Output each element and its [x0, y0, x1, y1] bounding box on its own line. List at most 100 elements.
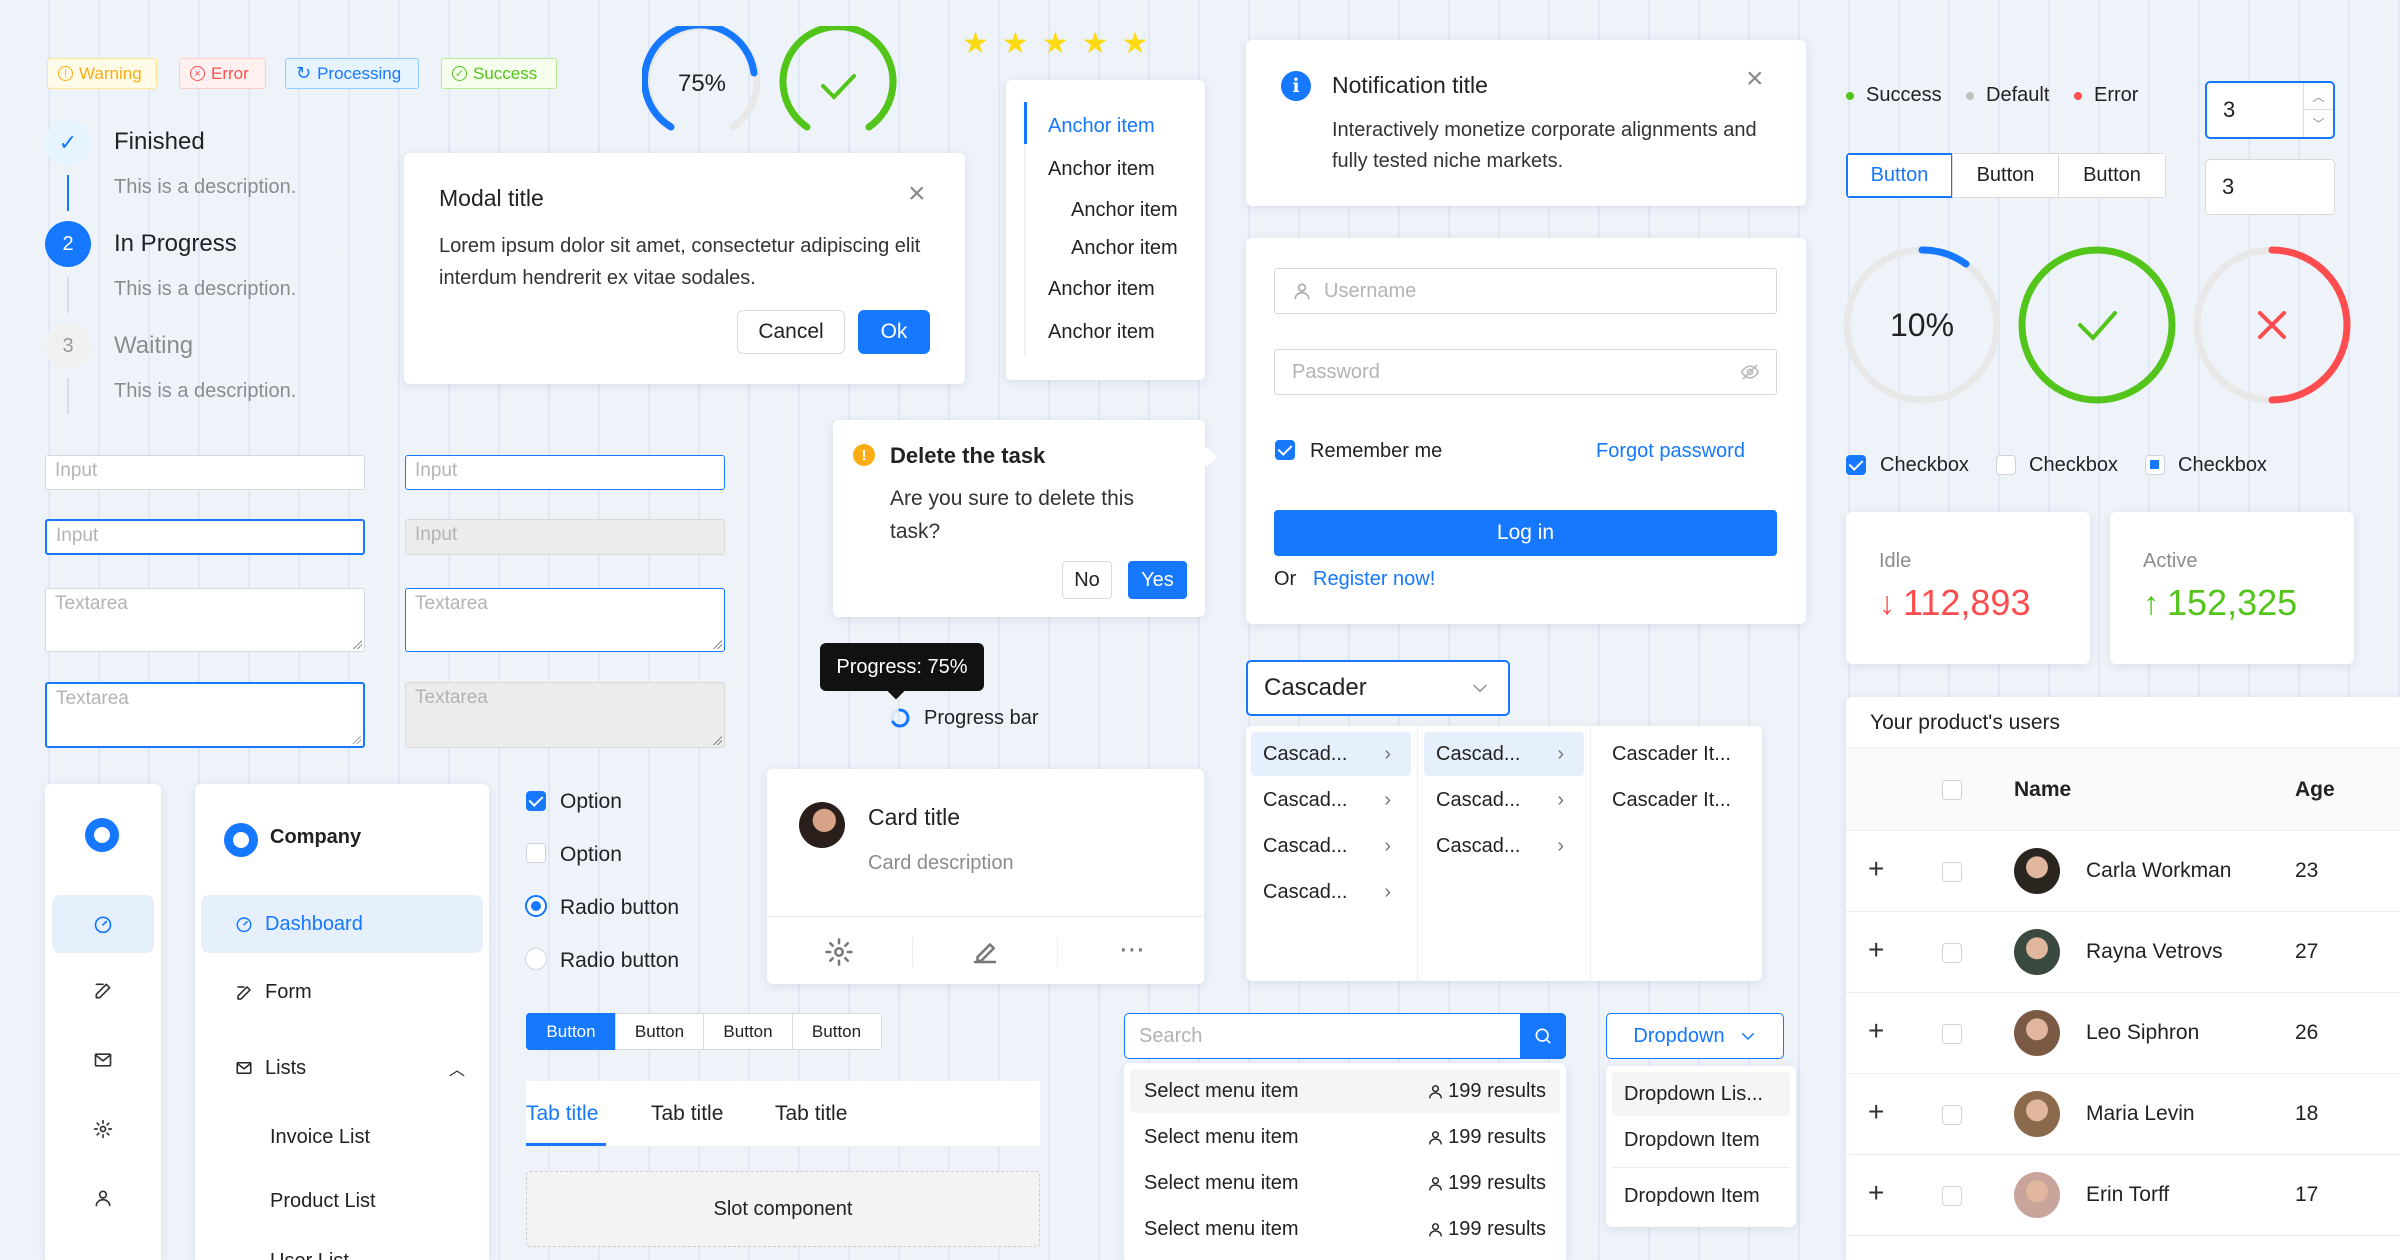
- eye-invisible-icon[interactable]: [1740, 362, 1760, 382]
- login-button[interactable]: Log in: [1274, 510, 1777, 556]
- star-icon[interactable]: ★: [1082, 26, 1109, 61]
- cascader-option[interactable]: Cascader It...: [1612, 743, 1731, 766]
- star-rating[interactable]: ★ ★ ★ ★ ★: [962, 26, 1149, 61]
- dropdown-button[interactable]: Dropdown: [1606, 1013, 1784, 1059]
- textarea-focused[interactable]: Textarea: [45, 682, 365, 748]
- anchor-item[interactable]: Anchor item: [1048, 278, 1155, 301]
- ok-button[interactable]: Ok: [858, 310, 930, 354]
- cascader-option[interactable]: Cascad... ›: [1251, 870, 1411, 914]
- nav-dashboard[interactable]: [52, 895, 154, 953]
- cascader-option[interactable]: Cascad... ›: [1251, 824, 1411, 868]
- cascader-option[interactable]: Cascad... ›: [1424, 732, 1584, 776]
- gear-icon[interactable]: [824, 937, 854, 967]
- star-icon[interactable]: ★: [962, 26, 989, 61]
- edit-icon[interactable]: [970, 937, 1000, 967]
- expand-icon[interactable]: +: [1868, 1177, 1884, 1209]
- anchor-item[interactable]: Anchor item: [1048, 321, 1155, 344]
- close-icon[interactable]: ×: [1746, 62, 1764, 96]
- star-icon[interactable]: ★: [1122, 26, 1149, 61]
- button-group-item[interactable]: Button: [2058, 153, 2166, 198]
- no-button[interactable]: No: [1062, 561, 1112, 599]
- anchor-item[interactable]: Anchor item: [1071, 199, 1178, 222]
- star-icon[interactable]: ★: [1002, 26, 1029, 61]
- row-checkbox[interactable]: [1942, 1105, 1962, 1125]
- option-checkbox[interactable]: [526, 843, 546, 863]
- cascader-option[interactable]: Cascad... ›: [1251, 778, 1411, 822]
- cascader-option[interactable]: Cascad... ›: [1424, 824, 1584, 868]
- row-checkbox[interactable]: [1942, 862, 1962, 882]
- search-input[interactable]: Search: [1124, 1012, 1566, 1059]
- anchor-item[interactable]: Anchor item: [1048, 158, 1155, 181]
- textarea-default[interactable]: Textarea: [45, 588, 365, 652]
- dropdown-item[interactable]: Dropdown Lis...: [1612, 1072, 1790, 1116]
- number-stepper[interactable]: ︿ ﹀: [2303, 83, 2333, 137]
- radio-button-checked[interactable]: [525, 895, 547, 917]
- menu-item[interactable]: Select menu item 199 results: [1130, 1115, 1560, 1159]
- button-group-item[interactable]: Button: [614, 1013, 705, 1050]
- menu-item[interactable]: Select menu item 199 results: [1130, 1161, 1560, 1205]
- cascader-select[interactable]: Cascader: [1246, 660, 1510, 716]
- cascader-option[interactable]: Cascad... ›: [1251, 732, 1411, 776]
- nav-sub-item[interactable]: User List: [270, 1250, 349, 1260]
- resize-handle-icon[interactable]: [351, 734, 361, 744]
- number-input-focused[interactable]: 3 ︿ ﹀: [2205, 81, 2335, 139]
- ellipsis-icon[interactable]: ⋯: [1119, 934, 1145, 965]
- password-input[interactable]: Password: [1274, 349, 1777, 395]
- user-icon[interactable]: [93, 1188, 113, 1208]
- input-default[interactable]: Input: [45, 455, 365, 490]
- mail-icon[interactable]: [93, 1050, 113, 1070]
- dropdown-item[interactable]: Dropdown Item: [1612, 1174, 1790, 1218]
- column-header-name[interactable]: Name: [2014, 778, 2071, 802]
- table-row[interactable]: + Rayna Vetrovs 27: [1846, 912, 2400, 993]
- table-row[interactable]: + Carla Workman 23: [1846, 831, 2400, 912]
- tab[interactable]: Tab title: [651, 1102, 723, 1126]
- option-checkbox-checked[interactable]: [526, 791, 546, 811]
- dropdown-item[interactable]: Dropdown Item: [1612, 1118, 1790, 1162]
- button-group-item-active[interactable]: Button: [1846, 153, 1953, 198]
- table-row[interactable]: + Maria Levin 18: [1846, 1074, 2400, 1155]
- forgot-password-link[interactable]: Forgot password: [1596, 440, 1745, 463]
- tab[interactable]: Tab title: [775, 1102, 847, 1126]
- input-focused[interactable]: Input: [45, 519, 365, 555]
- search-button[interactable]: [1520, 1012, 1566, 1059]
- button-group-item[interactable]: Button: [703, 1013, 793, 1050]
- nav-form[interactable]: Form: [235, 981, 312, 1004]
- expand-icon[interactable]: +: [1868, 1096, 1884, 1128]
- row-checkbox[interactable]: [1942, 943, 1962, 963]
- table-row[interactable]: + Leo Siphron 26: [1846, 993, 2400, 1074]
- register-link[interactable]: Register now!: [1313, 568, 1435, 591]
- gear-icon[interactable]: [93, 1119, 113, 1139]
- row-checkbox[interactable]: [1942, 1024, 1962, 1044]
- anchor-item[interactable]: Anchor item: [1048, 115, 1155, 138]
- cancel-button[interactable]: Cancel: [737, 310, 845, 354]
- radio-button[interactable]: [525, 948, 547, 970]
- chevron-down-icon[interactable]: ﹀: [2304, 110, 2333, 137]
- select-all-checkbox[interactable]: [1942, 780, 1962, 800]
- tab-active[interactable]: Tab title: [526, 1102, 598, 1126]
- resize-handle-icon[interactable]: [352, 639, 362, 649]
- edit-icon[interactable]: [93, 981, 113, 1001]
- menu-item[interactable]: Select menu item 199 results: [1130, 1207, 1560, 1251]
- nav-sub-item[interactable]: Product List: [270, 1190, 376, 1213]
- nav-lists[interactable]: Lists ︿: [235, 1056, 465, 1080]
- button-group-item[interactable]: Button: [791, 1013, 882, 1050]
- resize-handle-icon[interactable]: [712, 639, 722, 649]
- expand-icon[interactable]: +: [1868, 853, 1884, 885]
- number-input[interactable]: 3: [2205, 159, 2335, 215]
- star-icon[interactable]: ★: [1042, 26, 1069, 61]
- table-row[interactable]: + Erin Torff 17: [1846, 1155, 2400, 1236]
- row-checkbox[interactable]: [1942, 1186, 1962, 1206]
- checkbox-indeterminate[interactable]: [2145, 455, 2165, 475]
- menu-item[interactable]: Select menu item 199 results: [1130, 1069, 1560, 1113]
- button-group-item[interactable]: Button: [1951, 153, 2060, 198]
- button-group-item[interactable]: Button: [526, 1013, 616, 1050]
- cascader-option[interactable]: Cascader It...: [1612, 789, 1731, 812]
- nav-dashboard[interactable]: Dashboard: [201, 895, 483, 953]
- textarea-hover[interactable]: Textarea: [405, 588, 725, 652]
- expand-icon[interactable]: +: [1868, 934, 1884, 966]
- anchor-item[interactable]: Anchor item: [1071, 237, 1178, 260]
- close-icon[interactable]: ×: [908, 177, 926, 211]
- column-header-age[interactable]: Age: [2295, 778, 2335, 802]
- yes-button[interactable]: Yes: [1128, 561, 1187, 599]
- cascader-option[interactable]: Cascad... ›: [1424, 778, 1584, 822]
